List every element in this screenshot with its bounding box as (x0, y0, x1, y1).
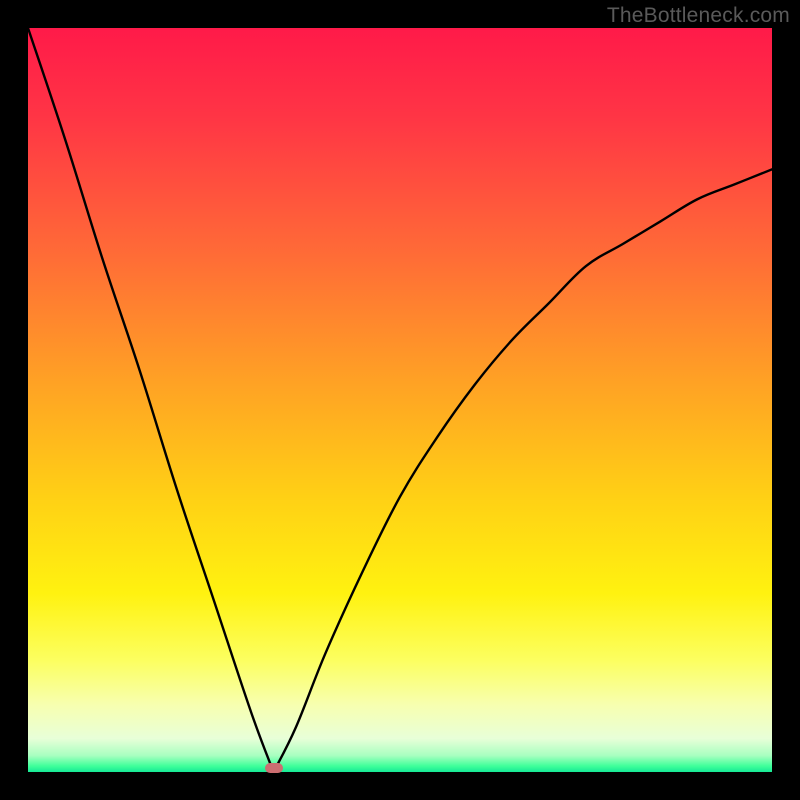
watermark-text: TheBottleneck.com (607, 4, 790, 28)
chart-frame (28, 28, 772, 772)
plot-background (28, 28, 772, 772)
optimum-marker (265, 763, 283, 773)
